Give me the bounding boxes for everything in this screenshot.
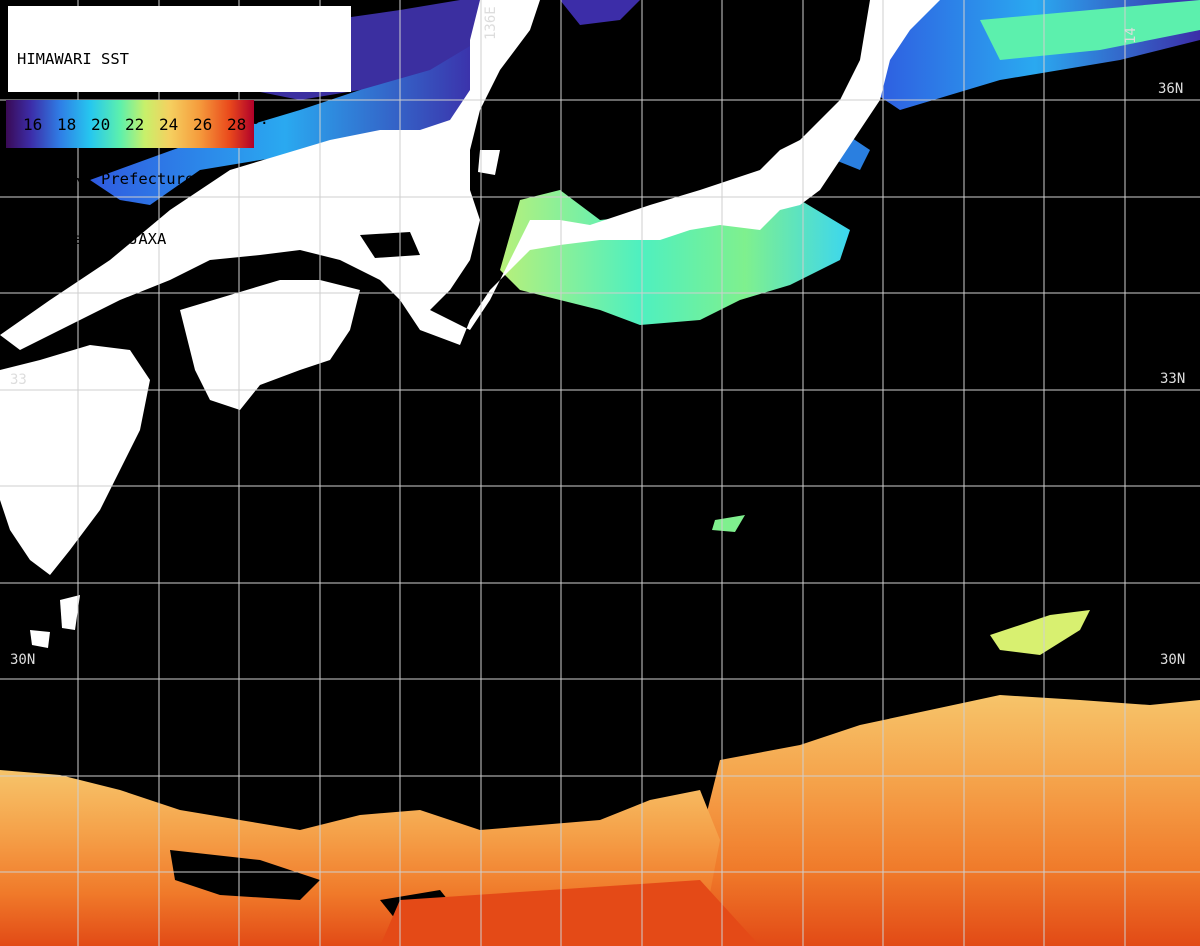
lon-label-136e: 136E xyxy=(483,6,499,40)
legend-tick: 22 xyxy=(125,115,145,134)
lon-label-14x: 14 xyxy=(1123,27,1139,44)
legend-tick: 24 xyxy=(159,115,179,134)
lat-label-36n: 36N xyxy=(1158,81,1184,97)
legend-tick-labels: 16 18 20 22 24 26 28 xyxy=(23,115,254,134)
legend-tick: 18 xyxy=(57,115,77,134)
title-box: HIMAWARI SST 2025/05/21 04(UTC) 3H Comp.… xyxy=(8,6,351,248)
title-prefecture: Kanagawa Prefecture xyxy=(17,170,195,188)
lat-label-33n: 33N xyxy=(1160,371,1186,387)
legend-tick: 28 xyxy=(227,115,247,134)
lat-label-30n: 30N xyxy=(1160,652,1186,668)
title-satellite: HIMAWARI SST xyxy=(17,50,129,68)
temperature-legend: 16 18 20 22 24 26 28 xyxy=(6,100,254,148)
lat-label-33-left: 33 xyxy=(10,372,27,388)
title-supplier: supplied by JAXA xyxy=(17,230,167,248)
sst-map: HIMAWARI SST 2025/05/21 04(UTC) 3H Comp.… xyxy=(0,0,1200,946)
legend-tick: 20 xyxy=(91,115,111,134)
legend-tick: 26 xyxy=(193,115,213,134)
legend-tick: 16 xyxy=(23,115,43,134)
lat-label-30n-left: 30N xyxy=(10,652,36,668)
